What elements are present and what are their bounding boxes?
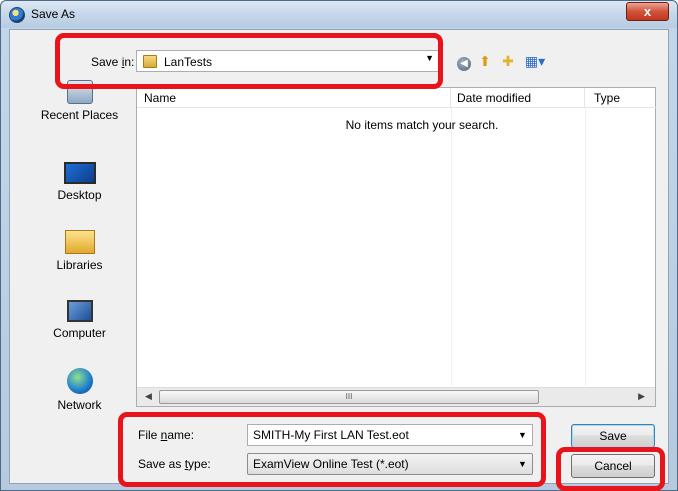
scroll-thumb[interactable]: III <box>159 390 539 404</box>
new-folder-icon[interactable]: ✚ <box>499 52 517 70</box>
place-network[interactable]: Network <box>27 368 132 412</box>
place-label: Computer <box>53 326 106 340</box>
save-as-type-label: Save as type: <box>138 457 211 471</box>
place-libraries[interactable]: Libraries <box>27 230 132 272</box>
column-header-date-modified[interactable]: Date modified <box>451 88 585 108</box>
desktop-icon <box>63 162 96 184</box>
column-divider <box>585 108 586 386</box>
column-header-type[interactable]: Type <box>585 88 657 108</box>
place-computer[interactable]: Computer <box>27 300 132 340</box>
place-desktop[interactable]: Desktop <box>27 162 132 202</box>
libraries-icon <box>64 230 95 254</box>
file-name-label: File name: <box>138 428 195 442</box>
window-title: Save As <box>31 7 76 21</box>
place-label: Network <box>57 398 102 412</box>
save-in-value: LanTests <box>164 55 213 69</box>
save-in-dropdown[interactable]: LanTests ▼ <box>136 50 440 72</box>
column-header-name[interactable]: Name <box>137 88 451 108</box>
scroll-left-icon[interactable]: ◀ <box>145 391 152 402</box>
save-in-label: Save in: <box>91 55 135 69</box>
place-label: Recent Places <box>40 108 119 122</box>
place-label: Desktop <box>57 188 102 202</box>
file-name-field[interactable]: SMITH-My First LAN Test.eot <box>247 424 533 446</box>
close-button[interactable]: x <box>626 2 669 21</box>
recent-places-icon <box>66 80 93 104</box>
back-icon[interactable]: ◀ <box>455 52 473 71</box>
network-icon <box>66 368 93 394</box>
up-folder-icon[interactable]: ⬆ <box>476 52 494 70</box>
views-menu-icon[interactable]: ▦▾ <box>522 52 548 70</box>
file-list[interactable]: Name Date modified Type No items match y… <box>136 87 657 407</box>
scroll-right-icon[interactable]: ▶ <box>638 391 645 402</box>
chevron-down-icon: ▼ <box>425 53 434 63</box>
save-as-type-select[interactable]: ExamView Online Test (*.eot) <box>247 453 533 475</box>
place-label: Libraries <box>56 258 103 272</box>
computer-icon <box>66 300 93 322</box>
title-bar[interactable]: Save As x <box>1 1 677 28</box>
save-button[interactable]: Save <box>571 424 655 448</box>
places-bar: Recent Places Desktop Libraries Computer… <box>27 80 132 412</box>
cancel-button[interactable]: Cancel <box>571 454 655 478</box>
app-icon <box>9 7 25 23</box>
column-divider <box>451 108 452 386</box>
horizontal-scrollbar[interactable]: ◀ III ▶ <box>137 387 655 406</box>
place-recent-places[interactable]: Recent Places <box>27 80 132 122</box>
empty-message: No items match your search. <box>345 118 499 132</box>
folder-icon <box>143 55 157 68</box>
